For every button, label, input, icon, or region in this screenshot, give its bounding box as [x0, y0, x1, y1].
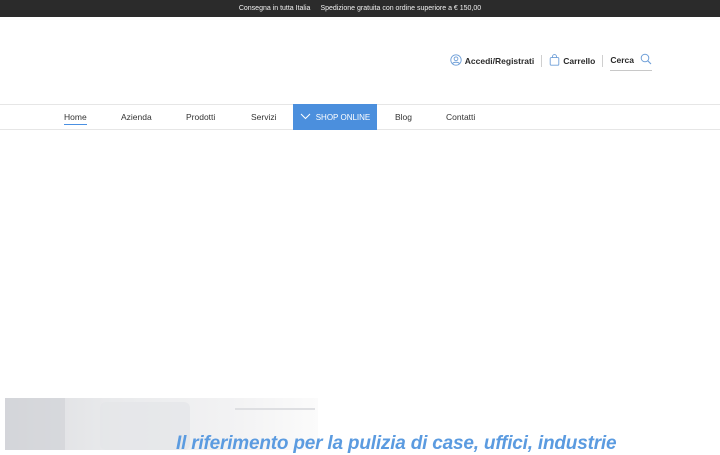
promo-shipping-text: Spedizione gratuita con ordine superiore… — [320, 5, 482, 12]
hero-title: Il riferimento per la pulizia di case, u… — [176, 433, 617, 454]
nav-item-home[interactable]: Home — [64, 105, 87, 129]
cart-label: Carrello — [563, 56, 596, 66]
promo-bar: Consegna in tutta Italia Spedizione grat… — [0, 0, 720, 17]
search-icon[interactable] — [640, 53, 652, 67]
nav-item-shop-online[interactable]: SHOP ONLINE — [293, 104, 377, 130]
divider — [541, 55, 543, 67]
nav-item-azienda[interactable]: Azienda — [121, 105, 152, 129]
promo-delivery-text: Consegna in tutta Italia — [238, 5, 311, 12]
search-box[interactable]: Cerca — [610, 51, 652, 71]
nav-item-servizi[interactable]: Servizi — [251, 105, 277, 129]
search-label: Cerca — [610, 54, 634, 65]
nav-shop-label: SHOP ONLINE — [315, 112, 371, 122]
login-label: Accedi/Registrati — [464, 56, 535, 66]
chevron-down-icon — [300, 113, 311, 122]
nav-home-text: Home — [64, 112, 87, 122]
nav-item-blog[interactable]: Blog — [395, 105, 412, 129]
active-underline — [64, 124, 87, 125]
divider — [602, 55, 604, 67]
user-icon — [450, 54, 462, 68]
nav-item-prodotti[interactable]: Prodotti — [186, 105, 215, 129]
shopping-bag-icon — [549, 54, 560, 68]
main-nav: Home Azienda Prodotti Servizi SHOP ONLIN… — [0, 104, 720, 130]
header-utilities: Accedi/Registrati Carrello Cerca — [450, 51, 652, 71]
cart-link[interactable]: Carrello — [549, 51, 595, 71]
login-link[interactable]: Accedi/Registrati — [450, 51, 534, 71]
hero-image-shape — [235, 408, 315, 410]
nav-home-label: Home — [64, 112, 87, 125]
hero-image-shape — [5, 398, 65, 450]
nav-item-contatti[interactable]: Contatti — [446, 105, 475, 129]
